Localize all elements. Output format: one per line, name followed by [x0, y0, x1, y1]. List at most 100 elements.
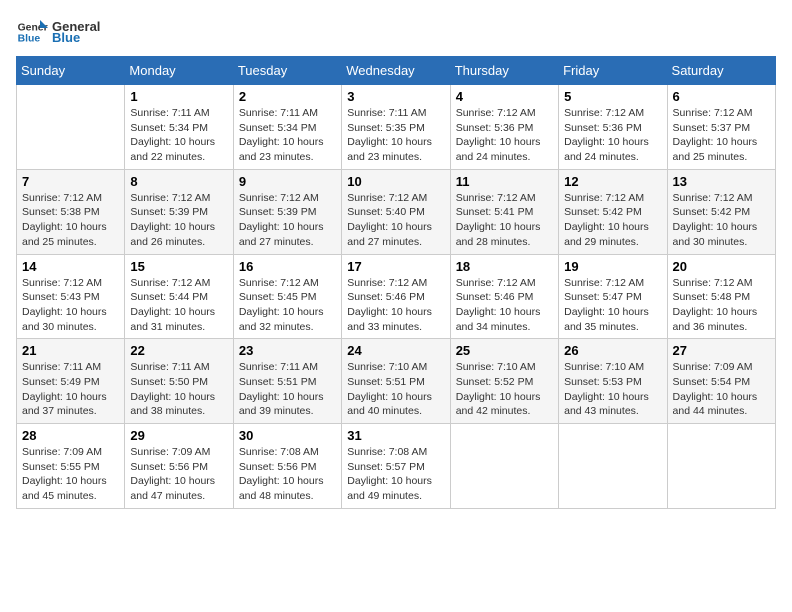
calendar-cell: 5 Sunrise: 7:12 AM Sunset: 5:36 PM Daylig…: [559, 85, 667, 170]
day-number: 31: [347, 428, 444, 443]
day-number: 25: [456, 343, 553, 358]
day-number: 2: [239, 89, 336, 104]
cell-info: Sunrise: 7:12 AM Sunset: 5:44 PM Dayligh…: [130, 276, 227, 335]
day-number: 4: [456, 89, 553, 104]
calendar-cell: 10Sunrise: 7:12 AM Sunset: 5:40 PM Dayli…: [342, 169, 450, 254]
calendar-table: SundayMondayTuesdayWednesdayThursdayFrid…: [16, 56, 776, 509]
cell-info: Sunrise: 7:12 AM Sunset: 5:41 PM Dayligh…: [456, 191, 553, 250]
page-header: General Blue General Blue: [16, 16, 776, 48]
cell-info: Sunrise: 7:11 AM Sunset: 5:50 PM Dayligh…: [130, 360, 227, 419]
day-number: 26: [564, 343, 661, 358]
calendar-week-row: 1 Sunrise: 7:11 AM Sunset: 5:34 PM Daylig…: [17, 85, 776, 170]
calendar-cell: 22 Sunrise: 7:11 AM Sunset: 5:50 PM Dayli…: [125, 339, 233, 424]
calendar-cell: [667, 424, 775, 509]
cell-info: Sunrise: 7:10 AM Sunset: 5:52 PM Dayligh…: [456, 360, 553, 419]
calendar-cell: 27 Sunrise: 7:09 AM Sunset: 5:54 PM Dayli…: [667, 339, 775, 424]
day-number: 19: [564, 259, 661, 274]
calendar-cell: 7 Sunrise: 7:12 AM Sunset: 5:38 PM Daylig…: [17, 169, 125, 254]
day-number: 13: [673, 174, 770, 189]
day-number: 7: [22, 174, 119, 189]
calendar-cell: 3Sunrise: 7:11 AM Sunset: 5:35 PM Daylig…: [342, 85, 450, 170]
cell-info: Sunrise: 7:08 AM Sunset: 5:57 PM Dayligh…: [347, 445, 444, 504]
cell-info: Sunrise: 7:12 AM Sunset: 5:37 PM Dayligh…: [673, 106, 770, 165]
calendar-cell: 24 Sunrise: 7:10 AM Sunset: 5:51 PM Dayli…: [342, 339, 450, 424]
calendar-cell: 14 Sunrise: 7:12 AM Sunset: 5:43 PM Dayli…: [17, 254, 125, 339]
logo: General Blue General Blue: [16, 16, 100, 48]
cell-info: Sunrise: 7:09 AM Sunset: 5:54 PM Dayligh…: [673, 360, 770, 419]
calendar-cell: 8Sunrise: 7:12 AM Sunset: 5:39 PM Daylig…: [125, 169, 233, 254]
column-header-tuesday: Tuesday: [233, 57, 341, 85]
calendar-cell: 21Sunrise: 7:11 AM Sunset: 5:49 PM Dayli…: [17, 339, 125, 424]
calendar-cell: 23 Sunrise: 7:11 AM Sunset: 5:51 PM Dayli…: [233, 339, 341, 424]
cell-info: Sunrise: 7:12 AM Sunset: 5:42 PM Dayligh…: [673, 191, 770, 250]
cell-info: Sunrise: 7:12 AM Sunset: 5:38 PM Dayligh…: [22, 191, 119, 250]
calendar-cell: 28 Sunrise: 7:09 AM Sunset: 5:55 PM Dayli…: [17, 424, 125, 509]
column-header-friday: Friday: [559, 57, 667, 85]
calendar-cell: 11 Sunrise: 7:12 AM Sunset: 5:41 PM Dayli…: [450, 169, 558, 254]
cell-info: Sunrise: 7:12 AM Sunset: 5:48 PM Dayligh…: [673, 276, 770, 335]
cell-info: Sunrise: 7:12 AM Sunset: 5:39 PM Dayligh…: [239, 191, 336, 250]
day-number: 23: [239, 343, 336, 358]
calendar-cell: 1 Sunrise: 7:11 AM Sunset: 5:34 PM Daylig…: [125, 85, 233, 170]
calendar-cell: 9 Sunrise: 7:12 AM Sunset: 5:39 PM Daylig…: [233, 169, 341, 254]
day-number: 6: [673, 89, 770, 104]
calendar-week-row: 14 Sunrise: 7:12 AM Sunset: 5:43 PM Dayli…: [17, 254, 776, 339]
day-number: 21: [22, 343, 119, 358]
day-number: 1: [130, 89, 227, 104]
cell-info: Sunrise: 7:12 AM Sunset: 5:46 PM Dayligh…: [456, 276, 553, 335]
day-number: 30: [239, 428, 336, 443]
calendar-cell: [17, 85, 125, 170]
day-number: 14: [22, 259, 119, 274]
cell-info: Sunrise: 7:09 AM Sunset: 5:55 PM Dayligh…: [22, 445, 119, 504]
column-header-wednesday: Wednesday: [342, 57, 450, 85]
day-number: 10: [347, 174, 444, 189]
calendar-cell: 25 Sunrise: 7:10 AM Sunset: 5:52 PM Dayli…: [450, 339, 558, 424]
cell-info: Sunrise: 7:12 AM Sunset: 5:36 PM Dayligh…: [564, 106, 661, 165]
day-number: 15: [130, 259, 227, 274]
cell-info: Sunrise: 7:12 AM Sunset: 5:46 PM Dayligh…: [347, 276, 444, 335]
calendar-header-row: SundayMondayTuesdayWednesdayThursdayFrid…: [17, 57, 776, 85]
calendar-cell: 6 Sunrise: 7:12 AM Sunset: 5:37 PM Daylig…: [667, 85, 775, 170]
day-number: 12: [564, 174, 661, 189]
cell-info: Sunrise: 7:12 AM Sunset: 5:36 PM Dayligh…: [456, 106, 553, 165]
calendar-cell: [559, 424, 667, 509]
column-header-monday: Monday: [125, 57, 233, 85]
day-number: 11: [456, 174, 553, 189]
cell-info: Sunrise: 7:12 AM Sunset: 5:42 PM Dayligh…: [564, 191, 661, 250]
day-number: 5: [564, 89, 661, 104]
calendar-cell: 13 Sunrise: 7:12 AM Sunset: 5:42 PM Dayli…: [667, 169, 775, 254]
logo-icon: General Blue: [16, 16, 48, 48]
calendar-week-row: 7 Sunrise: 7:12 AM Sunset: 5:38 PM Daylig…: [17, 169, 776, 254]
calendar-cell: 20Sunrise: 7:12 AM Sunset: 5:48 PM Dayli…: [667, 254, 775, 339]
calendar-cell: 31 Sunrise: 7:08 AM Sunset: 5:57 PM Dayli…: [342, 424, 450, 509]
cell-info: Sunrise: 7:11 AM Sunset: 5:51 PM Dayligh…: [239, 360, 336, 419]
cell-info: Sunrise: 7:11 AM Sunset: 5:34 PM Dayligh…: [130, 106, 227, 165]
day-number: 22: [130, 343, 227, 358]
column-header-sunday: Sunday: [17, 57, 125, 85]
cell-info: Sunrise: 7:12 AM Sunset: 5:43 PM Dayligh…: [22, 276, 119, 335]
calendar-week-row: 21Sunrise: 7:11 AM Sunset: 5:49 PM Dayli…: [17, 339, 776, 424]
day-number: 29: [130, 428, 227, 443]
day-number: 24: [347, 343, 444, 358]
cell-info: Sunrise: 7:08 AM Sunset: 5:56 PM Dayligh…: [239, 445, 336, 504]
cell-info: Sunrise: 7:10 AM Sunset: 5:53 PM Dayligh…: [564, 360, 661, 419]
column-header-saturday: Saturday: [667, 57, 775, 85]
calendar-cell: [450, 424, 558, 509]
calendar-cell: 17Sunrise: 7:12 AM Sunset: 5:46 PM Dayli…: [342, 254, 450, 339]
calendar-cell: 18 Sunrise: 7:12 AM Sunset: 5:46 PM Dayli…: [450, 254, 558, 339]
cell-info: Sunrise: 7:12 AM Sunset: 5:39 PM Dayligh…: [130, 191, 227, 250]
cell-info: Sunrise: 7:11 AM Sunset: 5:35 PM Dayligh…: [347, 106, 444, 165]
calendar-cell: 19 Sunrise: 7:12 AM Sunset: 5:47 PM Dayli…: [559, 254, 667, 339]
cell-info: Sunrise: 7:09 AM Sunset: 5:56 PM Dayligh…: [130, 445, 227, 504]
cell-info: Sunrise: 7:12 AM Sunset: 5:47 PM Dayligh…: [564, 276, 661, 335]
day-number: 27: [673, 343, 770, 358]
calendar-cell: 4 Sunrise: 7:12 AM Sunset: 5:36 PM Daylig…: [450, 85, 558, 170]
day-number: 16: [239, 259, 336, 274]
day-number: 28: [22, 428, 119, 443]
day-number: 18: [456, 259, 553, 274]
cell-info: Sunrise: 7:12 AM Sunset: 5:45 PM Dayligh…: [239, 276, 336, 335]
column-header-thursday: Thursday: [450, 57, 558, 85]
calendar-cell: 2Sunrise: 7:11 AM Sunset: 5:34 PM Daylig…: [233, 85, 341, 170]
cell-info: Sunrise: 7:10 AM Sunset: 5:51 PM Dayligh…: [347, 360, 444, 419]
day-number: 9: [239, 174, 336, 189]
